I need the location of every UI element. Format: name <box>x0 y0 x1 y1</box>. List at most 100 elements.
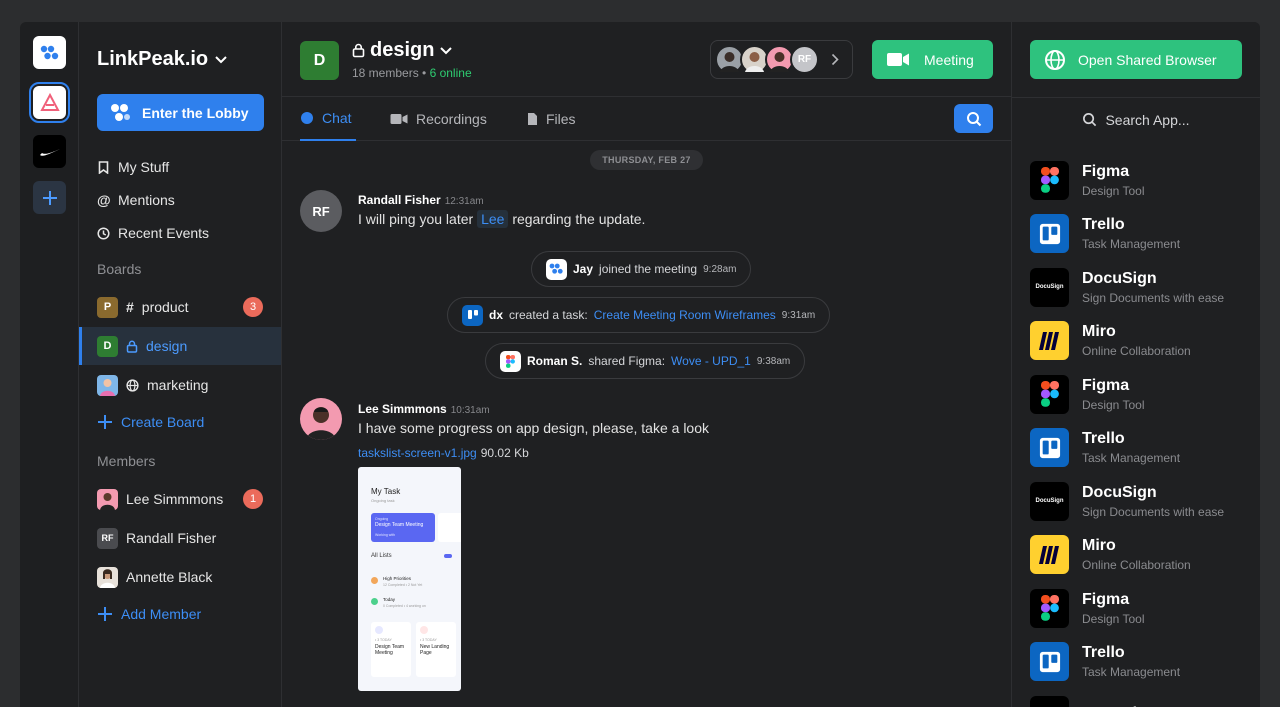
docusign-icon: DocuSign <box>1030 695 1069 707</box>
at-icon: @ <box>97 192 111 208</box>
trello-icon <box>1030 642 1069 681</box>
image-attachment-preview[interactable]: My Task Ongoing task Ongoing Design Team… <box>358 467 461 691</box>
file-attachment[interactable]: taskslist-screen-v1.jpg 90.02 Kb <box>358 446 529 460</box>
tab-recordings[interactable]: Recordings <box>390 97 487 141</box>
today-dot <box>371 598 378 605</box>
nav-my-stuff[interactable]: My Stuff <box>97 159 169 175</box>
file-name[interactable]: taskslist-screen-v1.jpg <box>358 446 477 460</box>
author-name: Lee Simmmons <box>358 402 447 416</box>
workspace-linkpeak-icon[interactable] <box>33 36 66 69</box>
linkpeak-icon <box>546 258 567 280</box>
app-name: Miro <box>1082 323 1116 340</box>
workspace-name: LinkPeak.io <box>97 48 209 70</box>
workspace-nike-icon[interactable] <box>33 135 66 168</box>
message-text-post: regarding the update. <box>512 211 646 227</box>
app-name: Figma <box>1082 590 1130 608</box>
event-shared-figma: Roman S. shared Figma: Wove - UPD_1 9:38… <box>485 343 806 379</box>
nav-recent-events-label: Recent Events <box>118 225 210 241</box>
tile-icon <box>420 626 428 634</box>
member-item-annette[interactable]: Annette Black <box>79 558 281 596</box>
preview-card-tag: Ongoing <box>375 517 389 521</box>
app-item-docusign[interactable]: DocuSignDocuSign <box>1030 695 1157 707</box>
nav-recent-events[interactable]: Recent Events <box>97 225 209 241</box>
hash-icon: # <box>126 299 134 315</box>
nav-mentions[interactable]: @ Mentions <box>97 192 175 208</box>
channel-members-avatars[interactable]: RF <box>710 40 853 79</box>
app-item-docusign[interactable]: DocuSign DocuSign Sign Documents with ease <box>1030 481 1224 521</box>
avatar: RF <box>790 45 819 74</box>
file-size: 90.02 Kb <box>480 446 529 460</box>
preview-card-title: Design Team Meeting <box>375 522 424 528</box>
figma-icon <box>1030 160 1069 200</box>
chat-bubble-icon <box>301 112 313 124</box>
workspace-airbnb-icon[interactable] <box>29 82 70 123</box>
globe-icon <box>1045 49 1065 70</box>
tile-tag: • 3 TODAY <box>375 638 392 642</box>
event-text: shared Figma: <box>588 354 666 368</box>
event-text: created a task: <box>509 308 588 322</box>
docusign-logo-text: DocuSign <box>1035 498 1064 504</box>
event-text: joined the meeting <box>599 262 698 276</box>
preview-card: Ongoing Design Team Meeting Working with <box>371 513 435 542</box>
app-item-figma[interactable]: Figma Design Tool <box>1030 374 1144 414</box>
board-initial: D <box>97 335 118 357</box>
board-item-product[interactable]: P # product 3 <box>79 288 281 326</box>
board-item-design[interactable]: D design <box>79 327 281 365</box>
app-item-miro[interactable]: Miro Online Collaboration <box>1030 535 1191 575</box>
figma-file-link[interactable]: Wove - UPD_1 <box>671 354 751 368</box>
tab-chat[interactable]: Chat <box>300 97 356 141</box>
chevron-right-icon <box>831 53 839 66</box>
app-item-figma[interactable]: Figma Design Tool <box>1030 588 1144 628</box>
sidebar: LinkPeak.io Enter the Lobby My Stuff @ M… <box>79 22 282 707</box>
create-board-button[interactable]: Create Board <box>97 414 204 430</box>
video-camera-icon <box>390 114 408 124</box>
workspace-switcher[interactable]: LinkPeak.io <box>97 48 228 71</box>
tab-files[interactable]: Files <box>527 97 576 141</box>
app-item-trello[interactable]: Trello Task Management <box>1030 642 1180 682</box>
open-shared-browser-button[interactable]: Open Shared Browser <box>1030 40 1242 79</box>
priority-dot <box>371 577 378 584</box>
app-item-trello[interactable]: Trello Task Management <box>1030 428 1180 468</box>
tile-title: Design Team Meeting <box>375 644 405 656</box>
preview-tile: • 3 TODAY New Landing Page <box>416 622 456 677</box>
video-camera-icon <box>887 53 909 66</box>
mention-link[interactable]: Lee <box>477 210 509 228</box>
apps-panel: Open Shared Browser Search App... Figma D… <box>1011 22 1260 707</box>
board-item-marketing[interactable]: marketing <box>79 366 281 404</box>
workspace-rail <box>20 22 79 707</box>
message-author: Randall Fisher 12:31am <box>358 193 484 207</box>
clock-icon <box>97 226 110 240</box>
add-member-button[interactable]: Add Member <box>97 606 201 622</box>
app-item-docusign[interactable]: DocuSign DocuSign Sign Documents with ease <box>1030 267 1224 307</box>
avatar[interactable] <box>300 398 342 440</box>
app-item-miro[interactable]: Miro Online Collaboration <box>1030 321 1191 361</box>
board-avatar <box>97 374 118 396</box>
preview-row-sub: 0 Completed • 4 working on <box>383 604 426 608</box>
message-text-pre: I will ping you later <box>358 211 474 227</box>
enter-lobby-label: Enter the Lobby <box>142 104 249 121</box>
event-actor: Jay <box>573 262 594 276</box>
author-name: Randall Fisher <box>358 193 441 207</box>
enter-lobby-button[interactable]: Enter the Lobby <box>97 94 264 131</box>
member-item-lee[interactable]: Lee Simmmons 1 <box>79 480 281 518</box>
search-icon <box>966 111 981 126</box>
unread-badge: 3 <box>243 297 263 317</box>
member-label: Randall Fisher <box>126 530 217 546</box>
app-item-figma[interactable]: Figma Design Tool <box>1030 160 1144 200</box>
channel-title[interactable]: design <box>352 39 453 62</box>
add-workspace-button[interactable] <box>33 181 66 214</box>
member-item-randall[interactable]: RF Randall Fisher <box>79 519 281 557</box>
task-link[interactable]: Create Meeting Room Wireframes <box>594 308 776 322</box>
avatar[interactable]: RF <box>300 190 342 232</box>
app-item-trello[interactable]: Trello Task Management <box>1030 214 1180 254</box>
figma-icon <box>1030 588 1069 628</box>
trello-icon <box>1030 428 1069 467</box>
plus-icon <box>98 415 112 429</box>
members-heading: Members <box>97 453 156 469</box>
message-author: Lee Simmmons 10:31am <box>358 402 490 416</box>
search-apps-input[interactable]: Search App... <box>1012 97 1260 141</box>
board-label: marketing <box>147 377 209 393</box>
chat-search-button[interactable] <box>954 104 993 133</box>
meeting-button[interactable]: Meeting <box>872 40 993 79</box>
app-name: DocuSign <box>1082 483 1157 501</box>
